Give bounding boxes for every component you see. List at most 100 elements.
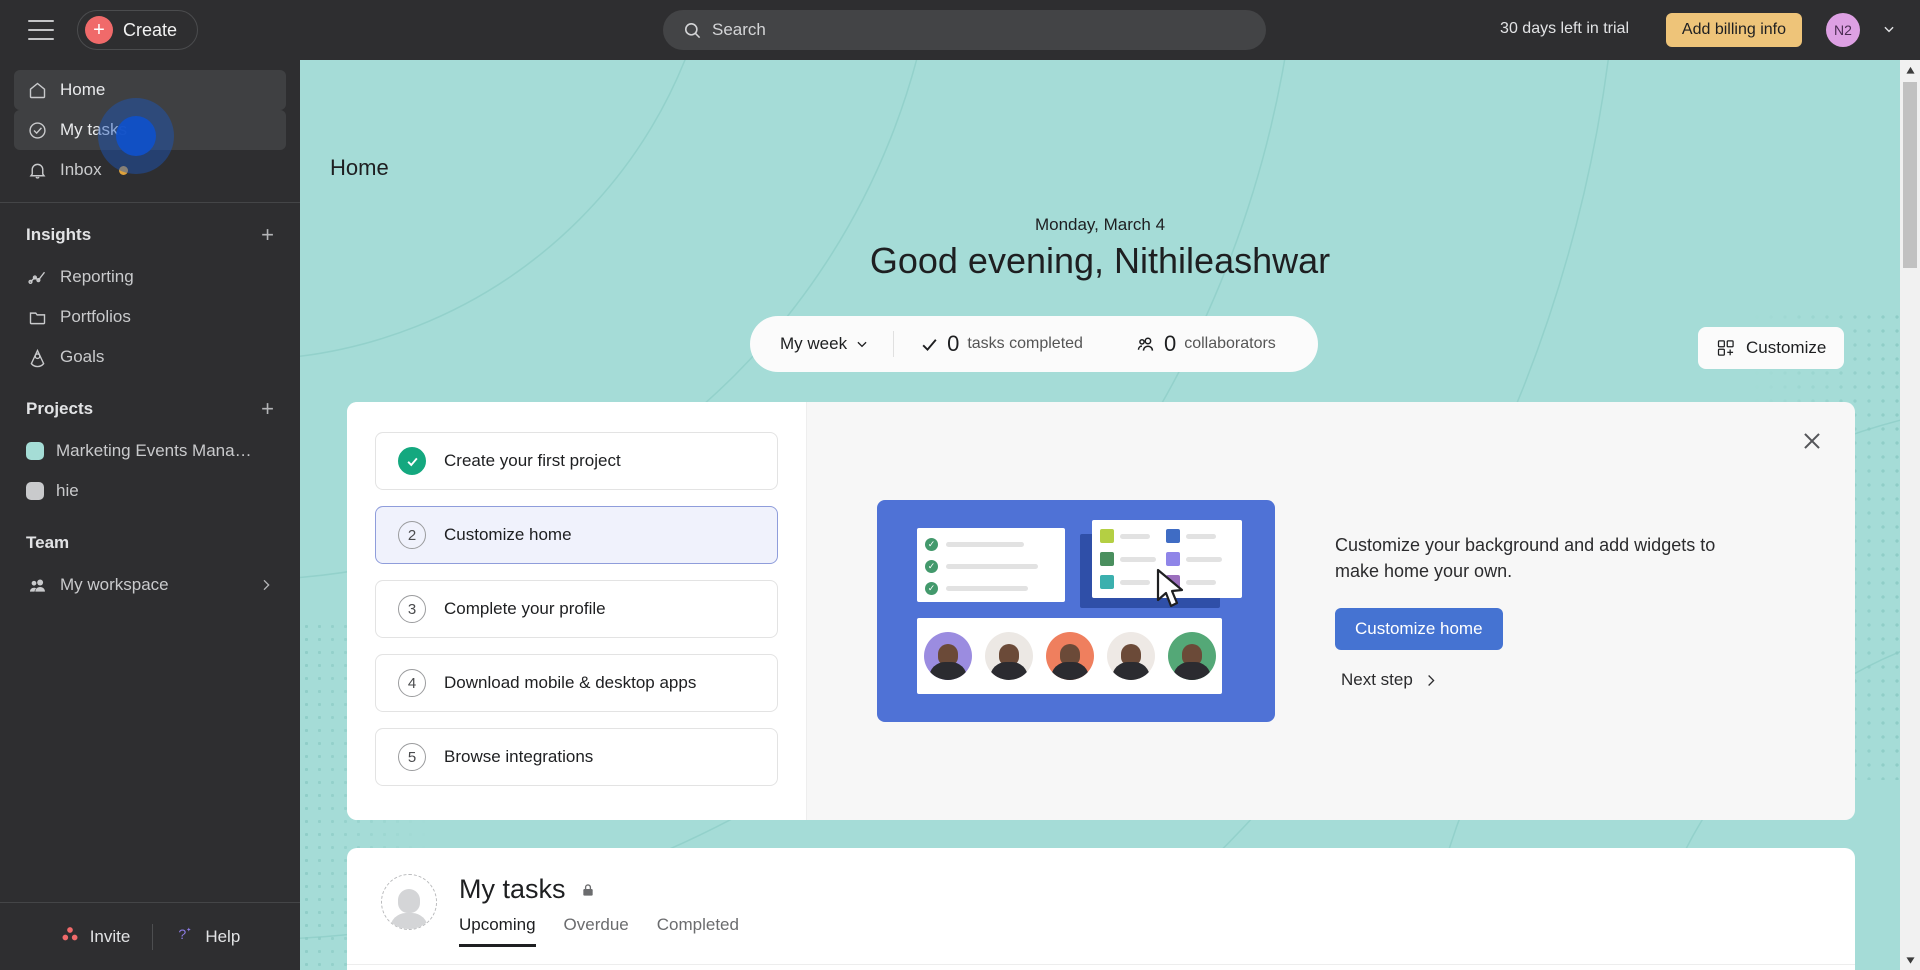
customize-home-button[interactable]: Customize home [1335, 608, 1503, 650]
onboarding-description: Customize your background and add widget… [1335, 532, 1725, 584]
tab-upcoming[interactable]: Upcoming [459, 915, 536, 947]
sidebar-item-label: My workspace [60, 575, 169, 595]
onboarding-steps-list: Create your first project 2 Customize ho… [347, 402, 807, 820]
chevron-right-icon[interactable] [258, 577, 274, 593]
tab-completed[interactable]: Completed [657, 915, 739, 947]
sidebar-item-reporting[interactable]: Reporting [14, 257, 286, 297]
current-date: Monday, March 4 [300, 215, 1900, 235]
check-icon: ✓ [925, 538, 938, 551]
onboarding-card: Create your first project 2 Customize ho… [347, 402, 1855, 820]
scroll-down-arrow[interactable] [1900, 950, 1920, 970]
plus-icon: + [85, 16, 113, 44]
tasks-completed-count: 0 [947, 331, 959, 357]
section-title: Projects [26, 399, 93, 419]
tasks-completed-stat[interactable]: 0 tasks completed [894, 331, 1109, 357]
avatar[interactable] [381, 874, 437, 930]
avatar[interactable]: N2 [1826, 13, 1860, 47]
illustration-team-card [917, 618, 1222, 694]
lock-icon [580, 882, 596, 898]
my-tasks-header: My tasks Upcoming Overdue Completed [381, 874, 1855, 947]
sidebar-item-my-workspace[interactable]: My workspace [14, 565, 286, 605]
sidebar-item-label: Reporting [60, 267, 134, 287]
search-input[interactable] [712, 20, 1192, 40]
stats-pill: My week 0 tasks completed 0 collaborator… [750, 316, 1318, 372]
people-icon [26, 574, 48, 596]
collaborators-count: 0 [1164, 331, 1176, 357]
reporting-chart-icon [26, 266, 48, 288]
section-title: Team [26, 533, 69, 553]
onboarding-step-create-project[interactable]: Create your first project [375, 432, 778, 490]
sidebar-item-label: hie [56, 481, 79, 501]
next-step-label: Next step [1341, 670, 1413, 690]
next-step-button[interactable]: Next step [1335, 670, 1438, 690]
breadcrumb[interactable]: Home [330, 155, 389, 181]
sidebar-item-project-hie[interactable]: hie [14, 471, 286, 511]
goal-target-icon [26, 346, 48, 368]
project-color-swatch [26, 482, 44, 500]
help-button-label: Help [205, 927, 240, 947]
sidebar-primary-nav: Home My tasks Inbox [0, 60, 300, 190]
check-circle-icon [26, 119, 48, 141]
chevron-down-icon[interactable] [1882, 22, 1896, 36]
collaborators-stat[interactable]: 0 collaborators [1109, 331, 1302, 357]
step-number-badge: 3 [398, 595, 426, 623]
sidebar-item-label: Home [60, 80, 105, 100]
scroll-up-arrow[interactable] [1900, 60, 1920, 80]
sidebar: Home My tasks Inbox Insights + [0, 60, 300, 970]
onboarding-step-customize-home[interactable]: 2 Customize home [375, 506, 778, 564]
onboarding-step-complete-profile[interactable]: 3 Complete your profile [375, 580, 778, 638]
close-icon[interactable] [1799, 428, 1825, 454]
cursor-pointer-icon [1155, 568, 1189, 612]
collaborators-icon [1135, 334, 1156, 355]
page-title: Good evening, Nithileashwar [300, 240, 1900, 282]
search-bar[interactable] [663, 10, 1266, 50]
invite-button[interactable]: Invite [38, 924, 153, 949]
onboarding-step-label: Browse integrations [444, 747, 593, 767]
sidebar-item-portfolios[interactable]: Portfolios [14, 297, 286, 337]
sidebar-item-goals[interactable]: Goals [14, 337, 286, 377]
sidebar-item-inbox[interactable]: Inbox [14, 150, 286, 190]
sidebar-item-label: Portfolios [60, 307, 131, 327]
week-range-label: My week [780, 334, 847, 354]
onboarding-detail-panel: ✓ ✓ ✓ [807, 402, 1855, 820]
avatar [985, 632, 1033, 680]
tabs-divider [347, 964, 1855, 965]
onboarding-step-label: Customize home [444, 525, 572, 545]
sidebar-section-insights: Insights + [0, 213, 300, 257]
tab-overdue[interactable]: Overdue [564, 915, 629, 947]
home-icon [26, 79, 48, 101]
inbox-unread-dot [119, 166, 128, 175]
sidebar-footer: Invite ? Help [0, 902, 300, 970]
customize-button[interactable]: Customize [1698, 327, 1844, 369]
onboarding-step-browse-integrations[interactable]: 5 Browse integrations [375, 728, 778, 786]
add-project-button[interactable]: + [261, 398, 274, 420]
folder-icon [26, 306, 48, 328]
avatar [1107, 632, 1155, 680]
sidebar-divider [0, 202, 300, 203]
onboarding-step-download-apps[interactable]: 4 Download mobile & desktop apps [375, 654, 778, 712]
vertical-scrollbar[interactable] [1900, 60, 1920, 970]
onboarding-step-label: Download mobile & desktop apps [444, 673, 696, 693]
help-button[interactable]: ? Help [153, 924, 262, 949]
tasks-completed-label: tasks completed [967, 335, 1083, 353]
check-icon: ✓ [925, 560, 938, 573]
project-color-swatch [26, 442, 44, 460]
week-range-dropdown[interactable]: My week [750, 334, 893, 354]
hamburger-icon[interactable] [28, 20, 54, 40]
sidebar-item-my-tasks[interactable]: My tasks [14, 110, 286, 150]
step-number-badge: 4 [398, 669, 426, 697]
avatar [1168, 632, 1216, 680]
scrollbar-thumb[interactable] [1903, 82, 1917, 268]
main-content: Home Monday, March 4 Good evening, Nithi… [300, 60, 1920, 970]
section-title: Insights [26, 225, 91, 245]
add-billing-info-button[interactable]: Add billing info [1666, 13, 1802, 47]
customize-button-label: Customize [1746, 338, 1826, 358]
bell-icon [26, 159, 48, 181]
check-icon [398, 447, 426, 475]
invite-button-label: Invite [90, 927, 131, 947]
sidebar-item-project-marketing[interactable]: Marketing Events Manage... [14, 431, 286, 471]
add-insight-button[interactable]: + [261, 224, 274, 246]
sidebar-item-home[interactable]: Home [14, 70, 286, 110]
create-button[interactable]: + Create [77, 10, 198, 50]
chevron-right-icon [1423, 673, 1438, 688]
